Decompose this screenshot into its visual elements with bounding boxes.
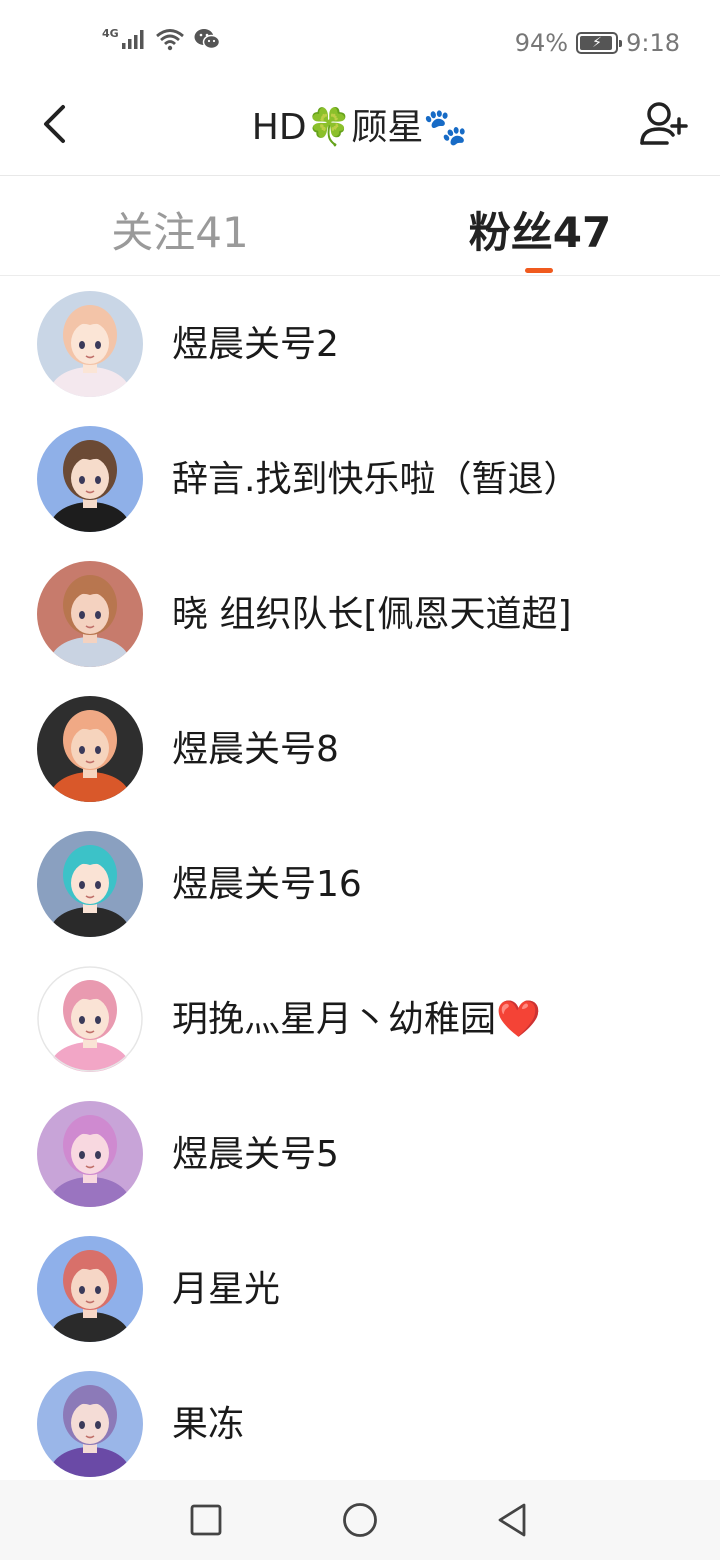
clock: 9:18 bbox=[626, 29, 680, 57]
fan-name: 月星光 bbox=[172, 1269, 281, 1310]
fan-list-item[interactable]: 煜晨关号8 bbox=[0, 682, 720, 817]
recent-apps-button[interactable] bbox=[184, 1498, 228, 1542]
fan-list-item[interactable]: 晓 组织队长[佩恩天道超] bbox=[0, 547, 720, 682]
triangle-back-icon bbox=[498, 1503, 526, 1537]
avatar[interactable] bbox=[37, 1101, 143, 1207]
fan-list-item[interactable]: 玥挽灬星月丶幼稚园❤️ bbox=[0, 952, 720, 1087]
fan-list-item[interactable]: 辞言.找到快乐啦（暂退） bbox=[0, 412, 720, 547]
avatar[interactable] bbox=[37, 966, 143, 1072]
fan-name: 煜晨关号2 bbox=[172, 324, 339, 365]
tab-following[interactable]: 关注41 bbox=[60, 199, 300, 259]
status-left: 4G bbox=[102, 26, 221, 56]
circle-icon bbox=[343, 1503, 377, 1537]
avatar[interactable] bbox=[37, 561, 143, 667]
page-title: HD🍀顾星🐾 bbox=[251, 107, 469, 148]
avatar[interactable] bbox=[37, 426, 143, 532]
network-label: 4G bbox=[102, 26, 119, 40]
active-tab-indicator bbox=[525, 268, 553, 273]
app-header: HD🍀顾星🐾 bbox=[0, 84, 720, 176]
fan-list-item[interactable]: 果冻 bbox=[0, 1357, 720, 1480]
fan-list-item[interactable]: 煜晨关号2 bbox=[0, 277, 720, 412]
system-back-button[interactable] bbox=[490, 1498, 534, 1542]
fan-list-item[interactable]: 煜晨关号5 bbox=[0, 1087, 720, 1222]
fan-name: 辞言.找到快乐啦（暂退） bbox=[172, 459, 580, 500]
home-button[interactable] bbox=[338, 1498, 382, 1542]
avatar[interactable] bbox=[37, 1371, 143, 1477]
system-nav-bar bbox=[0, 1480, 720, 1560]
add-user-icon bbox=[640, 102, 688, 145]
fan-name: 煜晨关号16 bbox=[172, 864, 362, 905]
fan-list: 煜晨关号2 辞言.找到快乐啦（暂退） 晓 组织队长[佩恩天道超] 煜晨关号8 煜晨关号1… bbox=[0, 277, 720, 1480]
fan-name: 煜晨关号8 bbox=[172, 729, 339, 770]
wifi-icon bbox=[155, 27, 185, 55]
avatar[interactable] bbox=[37, 1236, 143, 1342]
signal-icon bbox=[121, 27, 147, 55]
battery-icon: ⚡ bbox=[576, 32, 623, 54]
fan-name: 果冻 bbox=[172, 1404, 245, 1445]
fan-name: 玥挽灬星月丶幼稚园❤️ bbox=[172, 999, 541, 1040]
fan-name: 煜晨关号5 bbox=[172, 1134, 339, 1175]
avatar[interactable] bbox=[37, 696, 143, 802]
add-user-button[interactable] bbox=[636, 96, 692, 152]
fan-list-item[interactable]: 煜晨关号16 bbox=[0, 817, 720, 952]
chevron-left-icon bbox=[44, 105, 65, 143]
square-icon bbox=[190, 1504, 222, 1536]
battery-percent: 94% bbox=[514, 29, 569, 57]
status-right: 94% ⚡ 9:18 bbox=[515, 26, 680, 60]
avatar[interactable] bbox=[37, 291, 143, 397]
wechat-icon bbox=[193, 27, 221, 55]
status-bar: 4G 94% ⚡ 9:18 bbox=[0, 0, 720, 84]
fan-list-item[interactable]: 月星光 bbox=[0, 1222, 720, 1357]
tab-bar: 关注41 粉丝47 bbox=[0, 177, 720, 276]
tab-fans[interactable]: 粉丝47 bbox=[420, 199, 660, 259]
back-button[interactable] bbox=[30, 98, 78, 150]
fan-name: 晓 组织队长[佩恩天道超] bbox=[172, 594, 572, 635]
avatar[interactable] bbox=[37, 831, 143, 937]
charging-bolt-icon: ⚡ bbox=[592, 35, 603, 51]
